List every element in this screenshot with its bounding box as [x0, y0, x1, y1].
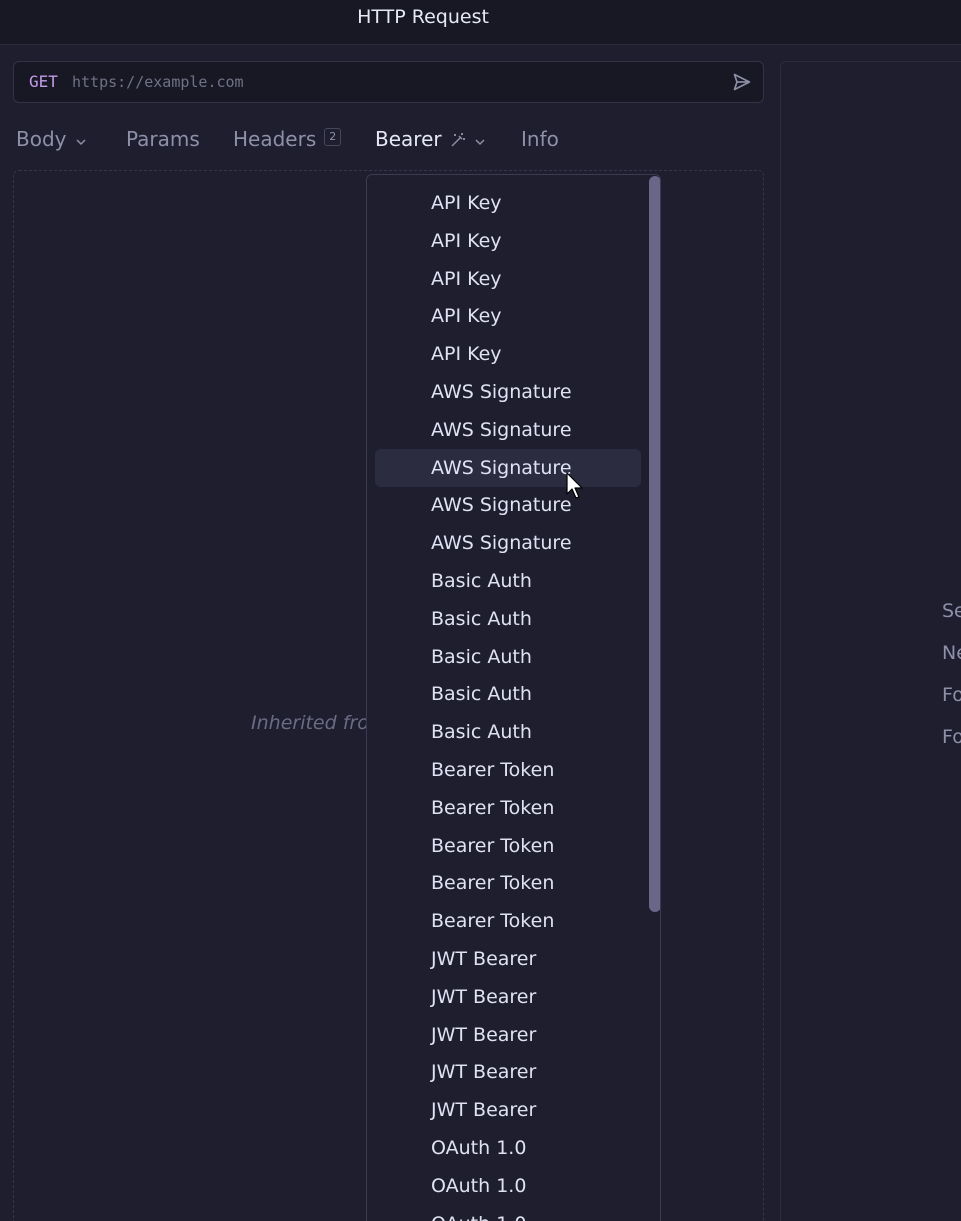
auth-type-option[interactable]: Bearer Token — [375, 827, 641, 865]
tab-body-label: Body — [16, 127, 67, 151]
response-hint-line: Fo — [942, 684, 961, 706]
chevron-down-icon — [474, 120, 486, 162]
request-tabs: Body Params Headers 2 Bearer Info — [0, 118, 770, 160]
mouse-cursor-icon — [566, 472, 583, 499]
auth-type-option[interactable]: JWT Bearer — [375, 1053, 641, 1091]
response-hint-line: Fo — [942, 726, 961, 748]
tab-params-label: Params — [126, 127, 200, 151]
auth-type-option[interactable]: AWS Signature — [375, 524, 641, 562]
auth-type-option[interactable]: OAuth 1.0 — [375, 1129, 641, 1167]
auth-type-option[interactable]: Bearer Token — [375, 864, 641, 902]
auth-type-option[interactable]: JWT Bearer — [375, 940, 641, 978]
auth-type-option[interactable]: AWS Signature — [375, 411, 641, 449]
auth-type-option[interactable]: Basic Auth — [375, 600, 641, 638]
tab-body[interactable]: Body — [16, 118, 87, 160]
auth-type-option[interactable]: AWS Signature — [375, 373, 641, 411]
window-title: HTTP Request — [357, 6, 489, 28]
response-pane — [780, 61, 961, 1221]
auth-type-option[interactable]: API Key — [375, 260, 641, 298]
auth-type-option[interactable]: Bearer Token — [375, 789, 641, 827]
auth-type-option[interactable]: OAuth 1.0 — [375, 1167, 641, 1205]
title-bar: HTTP Request — [0, 0, 961, 45]
send-icon — [733, 73, 751, 91]
tab-info-label: Info — [521, 127, 559, 151]
magic-wand-icon — [450, 120, 466, 162]
tab-info[interactable]: Info — [521, 118, 559, 160]
tab-headers-label: Headers — [233, 127, 317, 151]
auth-type-option[interactable]: JWT Bearer — [375, 978, 641, 1016]
url-bar[interactable]: GET — [13, 61, 764, 103]
inherited-auth-text: Inherited fro — [251, 712, 369, 734]
tab-auth-label: Bearer — [375, 127, 442, 151]
auth-type-option[interactable]: AWS Signature — [375, 448, 641, 487]
send-request-button[interactable] — [731, 71, 753, 93]
auth-type-option[interactable]: Bearer Token — [375, 902, 641, 940]
auth-type-option[interactable]: API Key — [375, 222, 641, 260]
auth-type-option[interactable]: API Key — [375, 184, 641, 222]
tab-auth[interactable]: Bearer — [375, 118, 486, 160]
auth-type-option[interactable]: API Key — [375, 335, 641, 373]
url-input[interactable] — [72, 67, 712, 97]
auth-type-option[interactable]: Bearer Token — [375, 751, 641, 789]
auth-type-option[interactable]: AWS Signature — [375, 486, 641, 524]
response-hint-line: Se — [942, 600, 961, 622]
auth-type-option[interactable]: Basic Auth — [375, 713, 641, 751]
dropdown-scrollbar[interactable] — [649, 176, 660, 912]
chevron-down-icon — [75, 120, 87, 162]
auth-type-dropdown[interactable]: API Key API Key API Key API Key API Key AWS S… — [366, 174, 661, 1221]
auth-type-option[interactable]: JWT Bearer — [375, 1016, 641, 1054]
auth-type-option[interactable]: OAuth 1.0 — [375, 1205, 641, 1221]
auth-type-option[interactable]: API Key — [375, 297, 641, 335]
headers-count-badge: 2 — [324, 128, 342, 146]
tab-params[interactable]: Params — [126, 118, 200, 160]
tab-headers[interactable]: Headers 2 — [233, 118, 342, 160]
auth-type-option[interactable]: JWT Bearer — [375, 1091, 641, 1129]
auth-type-option[interactable]: Basic Auth — [375, 638, 641, 676]
response-hint-line: Ne — [942, 642, 961, 664]
auth-type-option[interactable]: Basic Auth — [375, 562, 641, 600]
http-method-selector[interactable]: GET — [29, 62, 58, 102]
auth-type-option[interactable]: Basic Auth — [375, 675, 641, 713]
